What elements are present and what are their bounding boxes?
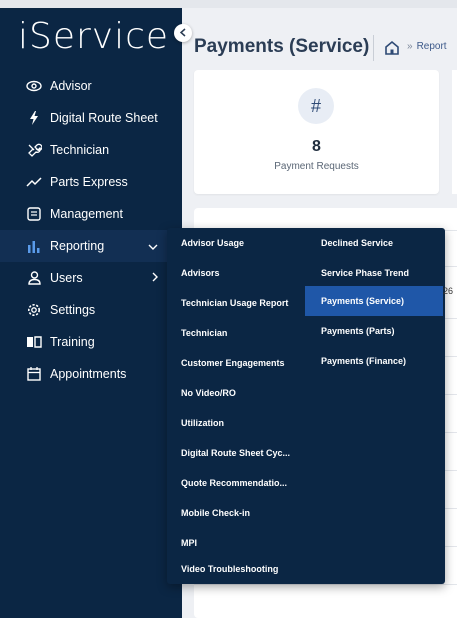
menu-item-utilization[interactable]: Utilization [181, 408, 307, 438]
sidebar-nav: Advisor Digital Route Sheet Technician P… [0, 70, 182, 390]
stat-count: 8 [312, 138, 321, 155]
sidebar-item-management[interactable]: Management [0, 198, 182, 230]
page-title: Payments (Service) [194, 36, 370, 57]
sidebar-collapse-button[interactable] [174, 24, 192, 42]
eye-icon [26, 78, 42, 94]
sidebar-item-label: Training [50, 335, 95, 349]
sidebar-item-label: Users [50, 271, 83, 285]
gear-icon [26, 302, 42, 318]
menu-item-video-troubleshooting[interactable]: Video Troubleshooting [181, 554, 307, 584]
menu-item-quote-recommendations[interactable]: Quote Recommendatio... [181, 468, 307, 498]
stat-label: Payment Requests [274, 161, 359, 172]
sidebar-item-appointments[interactable]: Appointments [0, 358, 182, 390]
sidebar-item-label: Reporting [50, 239, 105, 253]
breadcrumb: » Report [407, 41, 447, 52]
menu-item-advisors[interactable]: Advisors [181, 258, 307, 288]
table-divider [194, 584, 457, 585]
sidebar: iService Advisor Digital Route Sheet Tec… [0, 8, 182, 618]
menu-item-advisor-usage[interactable]: Advisor Usage [181, 228, 307, 258]
menu-item-payments-finance[interactable]: Payments (Finance) [307, 346, 443, 376]
book-icon [26, 334, 42, 350]
sidebar-item-label: Digital Route Sheet [50, 111, 158, 125]
chevron-down-icon [148, 239, 158, 253]
title-divider [373, 35, 374, 61]
bar-chart-icon [26, 238, 42, 254]
sidebar-item-label: Advisor [50, 79, 92, 93]
hash-icon: # [298, 88, 334, 124]
trend-line-icon [26, 174, 42, 190]
sidebar-item-label: Parts Express [50, 175, 128, 189]
breadcrumb-separator: » [407, 41, 413, 52]
reporting-submenu: Advisor Usage Advisors Technician Usage … [167, 228, 445, 584]
menu-item-no-video-ro[interactable]: No Video/RO [181, 378, 307, 408]
user-icon [26, 270, 42, 286]
sidebar-item-digital-route-sheet[interactable]: Digital Route Sheet [0, 102, 182, 134]
menu-item-digital-route-sheet-cycle[interactable]: Digital Route Sheet Cyc... [181, 438, 307, 468]
wrench-icon [26, 142, 42, 158]
calendar-icon [26, 366, 42, 382]
sidebar-item-users[interactable]: Users [0, 262, 182, 294]
menu-item-mobile-check-in[interactable]: Mobile Check-in [181, 498, 307, 528]
menu-item-payments-parts[interactable]: Payments (Parts) [307, 316, 443, 346]
menu-item-technician[interactable]: Technician [181, 318, 307, 348]
stat-card-payment-requests: # 8 Payment Requests [194, 70, 439, 194]
chevron-right-icon [152, 271, 158, 285]
sidebar-item-label: Management [50, 207, 123, 221]
sidebar-item-parts-express[interactable]: Parts Express [0, 166, 182, 198]
sidebar-item-settings[interactable]: Settings [0, 294, 182, 326]
breadcrumb-link[interactable]: Report [417, 41, 447, 52]
sidebar-item-technician[interactable]: Technician [0, 134, 182, 166]
sidebar-item-label: Technician [50, 143, 110, 157]
menu-item-declined-service[interactable]: Declined Service [307, 228, 443, 258]
sidebar-item-label: Settings [50, 303, 96, 317]
home-icon[interactable] [383, 39, 401, 57]
table-cell-fragment: 26 [443, 286, 454, 296]
sidebar-item-training[interactable]: Training [0, 326, 182, 358]
window-top-strip [0, 0, 457, 8]
app-logo[interactable]: iService [18, 16, 169, 57]
menu-item-service-phase-trend[interactable]: Service Phase Trend [307, 258, 443, 288]
menu-item-technician-usage-report[interactable]: Technician Usage Report [181, 288, 307, 318]
document-icon [26, 206, 42, 222]
menu-item-payments-service[interactable]: Payments (Service) [305, 286, 443, 316]
lightning-icon [26, 110, 42, 126]
sidebar-item-advisor[interactable]: Advisor [0, 70, 182, 102]
sidebar-item-reporting[interactable]: Reporting [0, 230, 182, 262]
stat-card-next [452, 70, 457, 194]
sidebar-item-label: Appointments [50, 367, 127, 381]
menu-item-customer-engagements[interactable]: Customer Engagements [181, 348, 307, 378]
